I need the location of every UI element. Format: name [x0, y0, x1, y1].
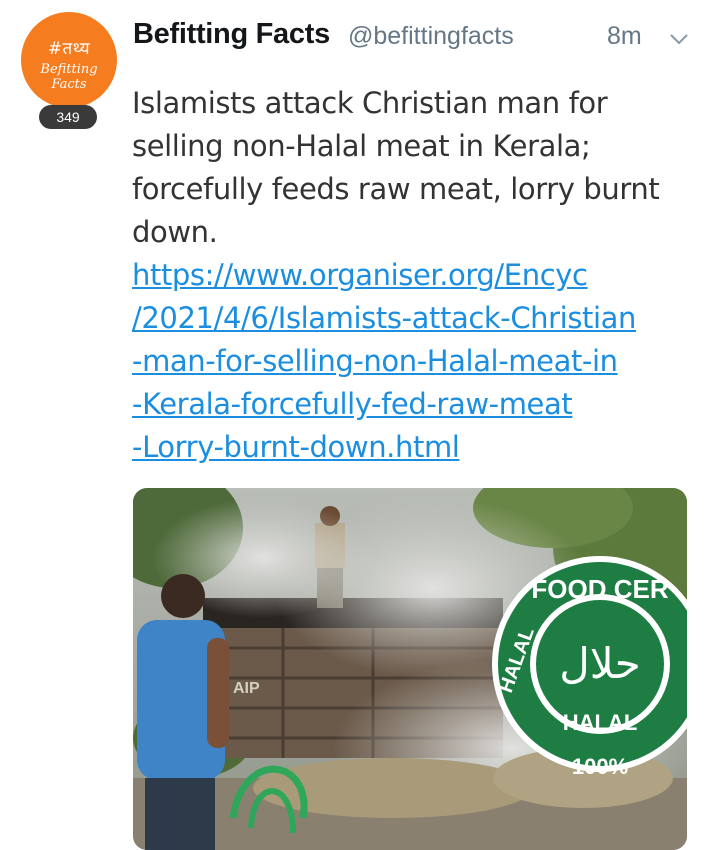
avatar-brand: Befitting Facts	[40, 62, 98, 92]
tweet-body: Islamists attack Christian man for selli…	[132, 82, 692, 469]
tweet-timestamp[interactable]: 8m	[607, 22, 642, 51]
tweet-media-image[interactable]: AIP FOOD CER HALAL حلال HALAL 100%	[133, 488, 687, 850]
seal-center-text: HALAL	[563, 710, 638, 735]
burning-truck-photo: AIP FOOD CER HALAL حلال HALAL 100%	[133, 488, 687, 850]
seal-top-text: FOOD CER	[531, 574, 668, 604]
truck-plate: AIP	[233, 680, 260, 697]
author-name[interactable]: Befitting Facts	[133, 18, 330, 51]
avatar-hashtag: #तथ्य	[47, 39, 91, 59]
tweet-text: Islamists attack Christian man for selli…	[132, 86, 660, 249]
seal-arabic-text: حلال	[559, 639, 641, 688]
tweet-header: Befitting Facts @befittingfacts 8m	[133, 18, 703, 58]
seal-bottom-text: 100%	[572, 754, 628, 779]
author-handle[interactable]: @befittingfacts	[348, 22, 514, 51]
notification-count-badge: 349	[39, 105, 97, 129]
chevron-down-icon[interactable]	[668, 28, 690, 50]
article-link[interactable]: https://www.organiser.org/Encyc /2021/4/…	[132, 254, 692, 469]
profile-avatar[interactable]: #तथ्य Befitting Facts	[21, 12, 117, 108]
